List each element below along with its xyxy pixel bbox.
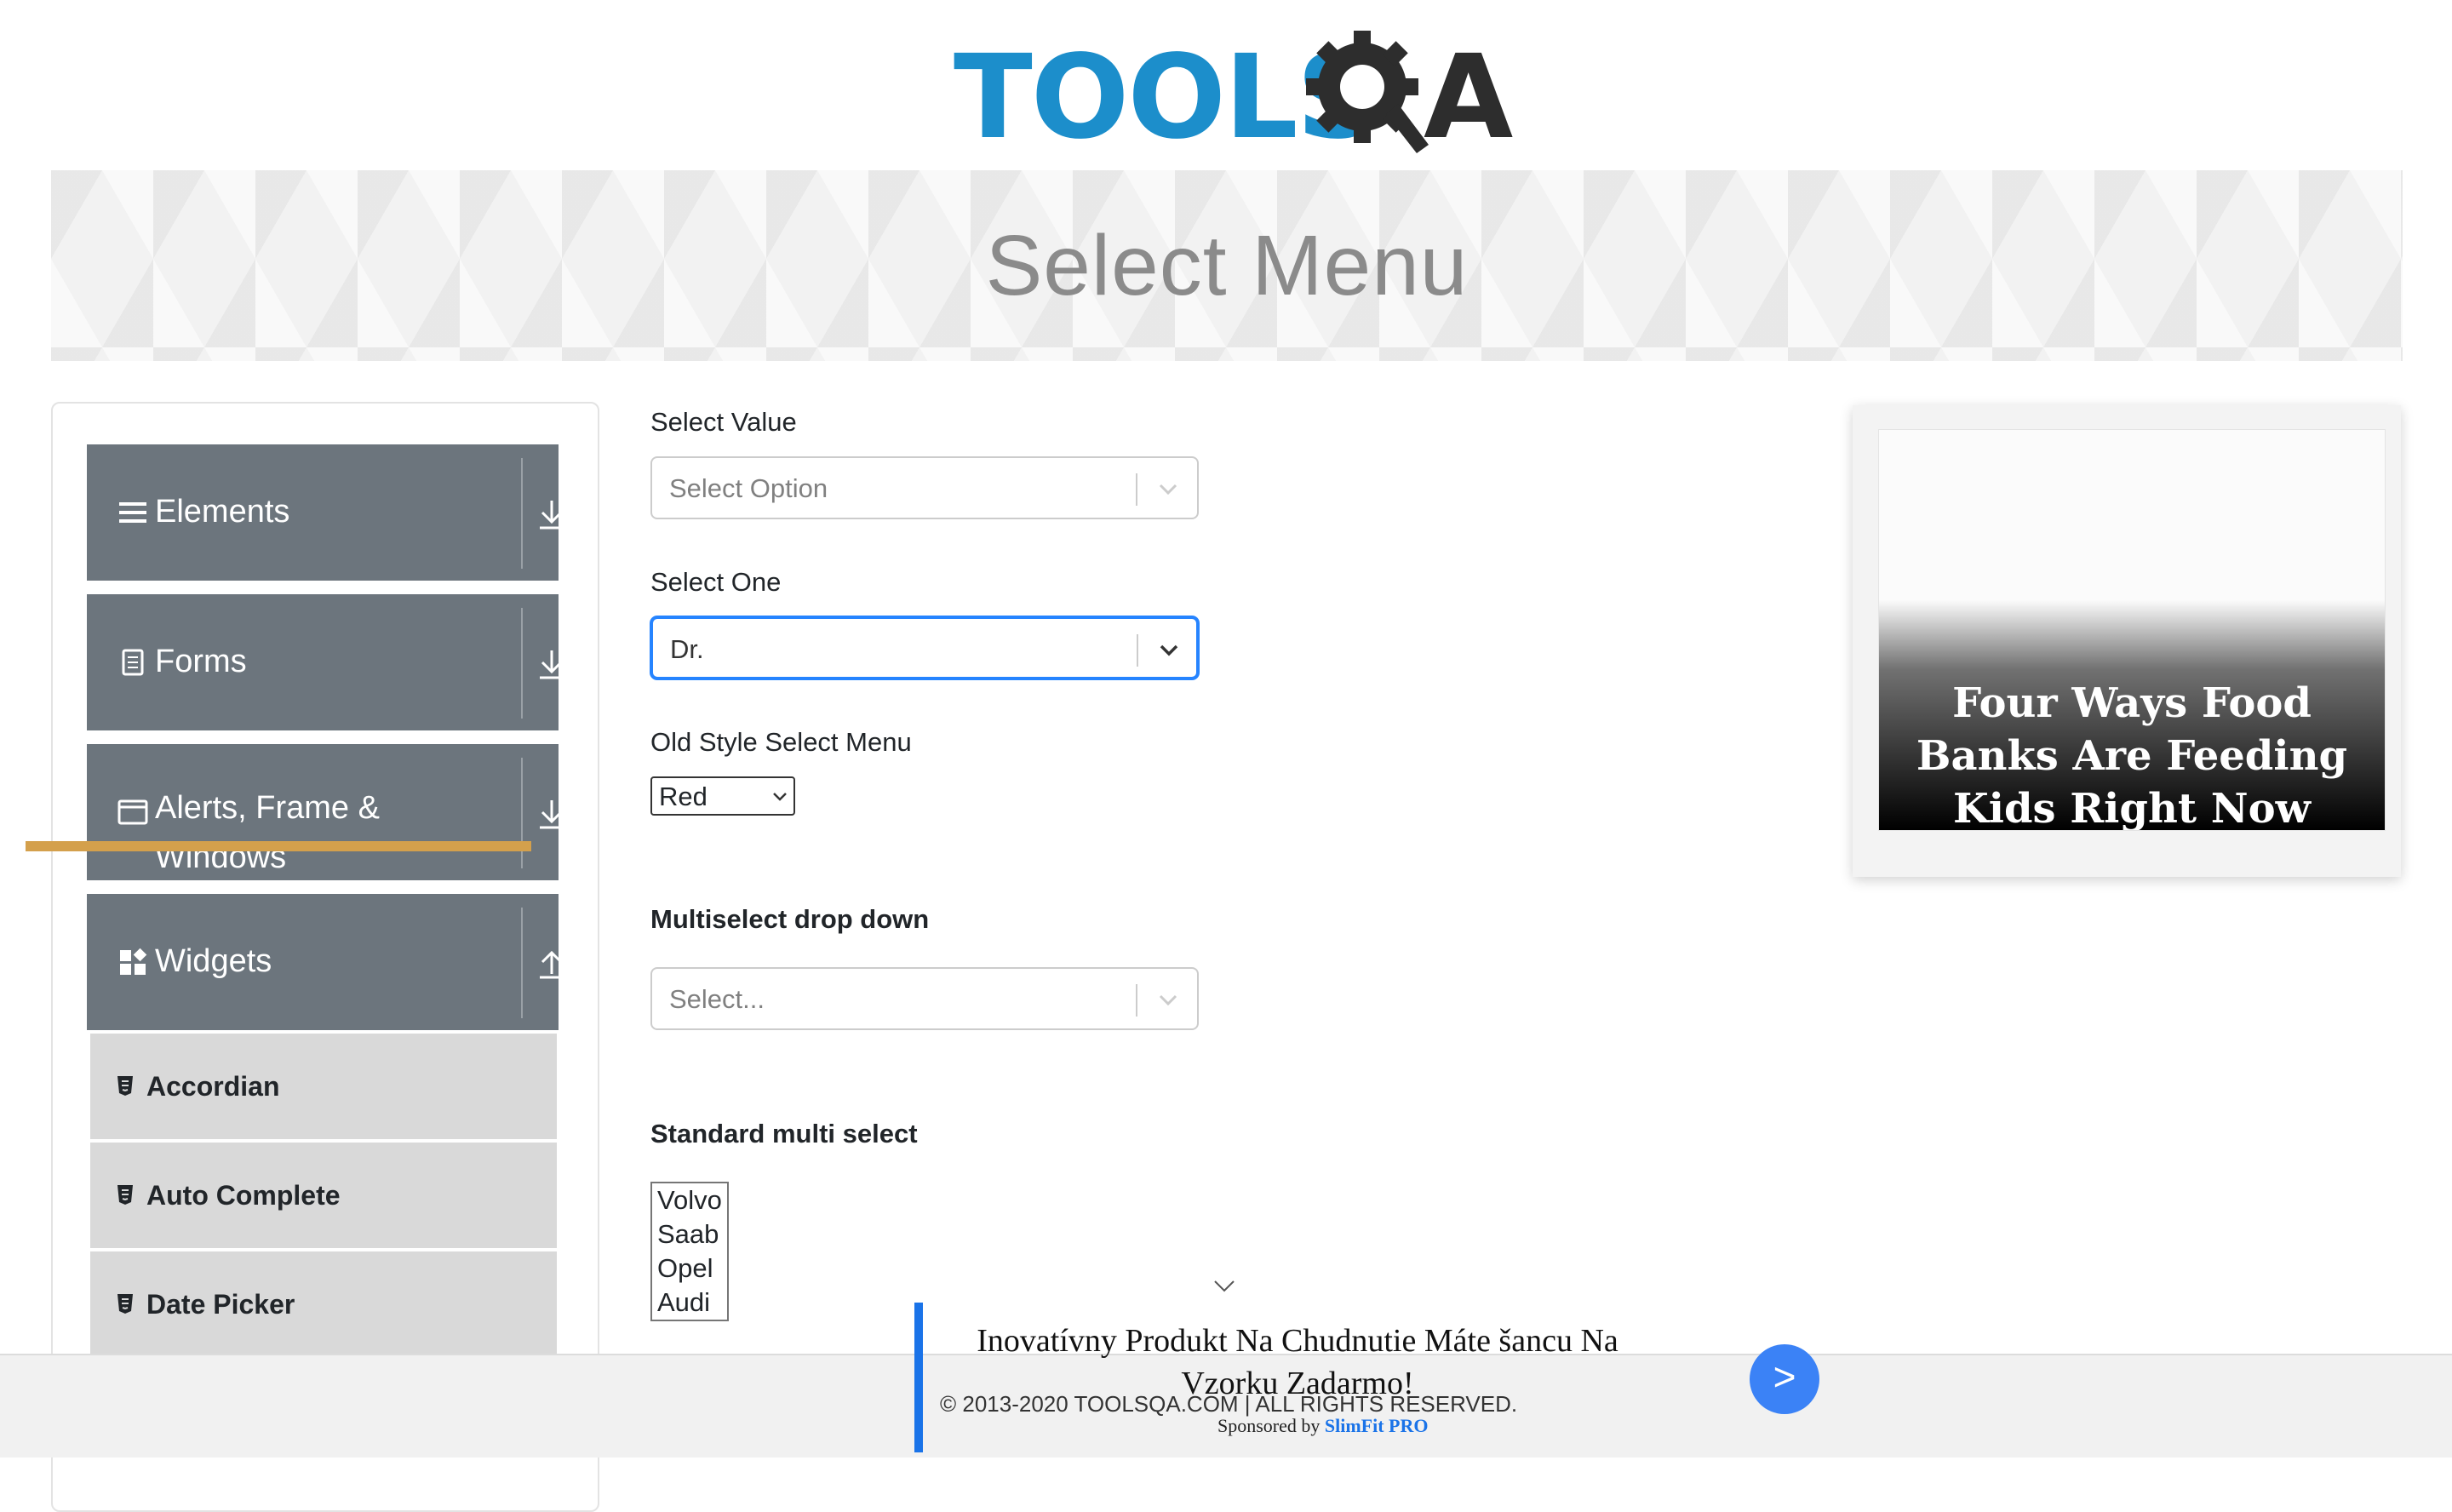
multiselect-label: Multiselect drop down <box>650 904 930 934</box>
select-one-dropdown[interactable]: Dr. <box>650 616 1199 679</box>
ad-card: Four Ways Food Banks Are Feeding Kids Ri… <box>1853 405 2401 877</box>
sidebar-group-forms[interactable]: Forms <box>87 594 564 730</box>
select-one-label: Select One <box>650 567 782 597</box>
sidebar-item-label: Auto Complete <box>146 1180 341 1211</box>
chevron-down-icon <box>1159 994 1177 1006</box>
gear-magnifier-icon <box>1306 31 1429 153</box>
option-audi[interactable]: Audi <box>652 1286 727 1320</box>
page-title: Select Menu <box>985 217 1469 313</box>
sidebar-item-date-picker[interactable]: Date Picker <box>90 1251 557 1357</box>
sidebar-group-elements[interactable]: Elements <box>87 444 564 581</box>
sidebar-group-widgets[interactable]: Widgets <box>87 894 564 1030</box>
ad-image[interactable]: Four Ways Food Banks Are Feeding Kids Ri… <box>1878 429 2386 831</box>
multiselect-placeholder: Select... <box>669 984 765 1014</box>
ad-headline: Four Ways Food Banks Are Feeding Kids Ri… <box>1916 679 2348 831</box>
logo-text-a: A <box>1424 31 1513 165</box>
widgets-icon <box>120 948 147 975</box>
standard-multi-select[interactable]: Volvo Saab Opel Audi <box>650 1182 729 1321</box>
sidebar-item-accordian[interactable]: Accordian <box>90 1034 557 1139</box>
old-style-select-value: Red <box>659 782 708 811</box>
old-style-select[interactable]: Red <box>650 776 795 816</box>
ad-accent-bar <box>26 841 531 851</box>
ad-accent-bar <box>914 1303 923 1452</box>
hamburger-icon <box>119 502 146 523</box>
divider <box>1136 473 1137 506</box>
select-value-dropdown[interactable]: Select Option <box>650 456 1199 519</box>
chevron-down-icon <box>1159 484 1177 495</box>
option-opel[interactable]: Opel <box>652 1251 727 1286</box>
select-value-label: Select Value <box>650 407 797 437</box>
sponsor-name[interactable]: SlimFit PRO <box>1325 1415 1429 1436</box>
sidebar-group-label: Widgets <box>155 943 272 979</box>
download-arrow-icon <box>540 800 564 829</box>
sidebar-item-label: Date Picker <box>146 1289 295 1320</box>
divider <box>521 908 523 1018</box>
divider <box>1137 634 1138 667</box>
sidebar-group-label: Alerts, Frame & Windows <box>155 790 380 875</box>
html5-icon <box>117 1076 133 1096</box>
download-arrow-icon <box>540 650 564 679</box>
upload-arrow-icon <box>540 950 564 979</box>
bottom-ad-banner[interactable]: Inovatívny Produkt Na Chudnutie Máte šan… <box>914 1303 1834 1456</box>
html5-icon <box>117 1185 133 1205</box>
option-saab[interactable]: Saab <box>652 1217 727 1251</box>
sidebar-group-label: Forms <box>155 644 247 679</box>
sidebar-group-label: Elements <box>155 494 290 530</box>
sponsored-prefix: Sponsored by <box>1217 1415 1321 1436</box>
select-one-value: Dr. <box>670 634 704 664</box>
chevron-down-icon <box>1160 644 1178 656</box>
chevron-down-icon <box>773 793 787 801</box>
sidebar-group-alerts-frame-windows[interactable]: Alerts, Frame & Windows <box>87 744 564 880</box>
multiselect-dropdown[interactable]: Select... <box>650 967 1199 1030</box>
old-style-select-label: Old Style Select Menu <box>650 727 912 757</box>
ad-sponsored-line: Sponsored by SlimFit PRO <box>1217 1415 1429 1437</box>
divider <box>1136 984 1137 1017</box>
bottom-ad-text: Inovatívny Produkt Na Chudnutie Máte šan… <box>977 1323 1618 1401</box>
sidebar-item-label: Accordian <box>146 1071 280 1102</box>
ad-next-button[interactable]: > <box>1750 1344 1819 1414</box>
chevron-down-icon[interactable] <box>1212 1279 1236 1294</box>
select-value-placeholder: Select Option <box>669 473 828 503</box>
page-banner: Select Menu <box>51 170 2403 361</box>
document-icon <box>122 649 144 676</box>
download-arrow-icon <box>540 501 564 530</box>
divider <box>521 458 523 569</box>
divider <box>521 758 523 868</box>
html5-icon <box>117 1294 133 1314</box>
standard-multi-select-label: Standard multi select <box>650 1119 918 1148</box>
divider <box>521 608 523 719</box>
toolsqa-logo[interactable]: TOOLS A <box>954 26 1513 162</box>
window-icon <box>117 799 148 825</box>
sidebar: Elements Forms Alerts, Frame & Windows W… <box>51 402 599 1512</box>
sidebar-item-auto-complete[interactable]: Auto Complete <box>90 1143 557 1248</box>
option-volvo[interactable]: Volvo <box>652 1183 727 1217</box>
